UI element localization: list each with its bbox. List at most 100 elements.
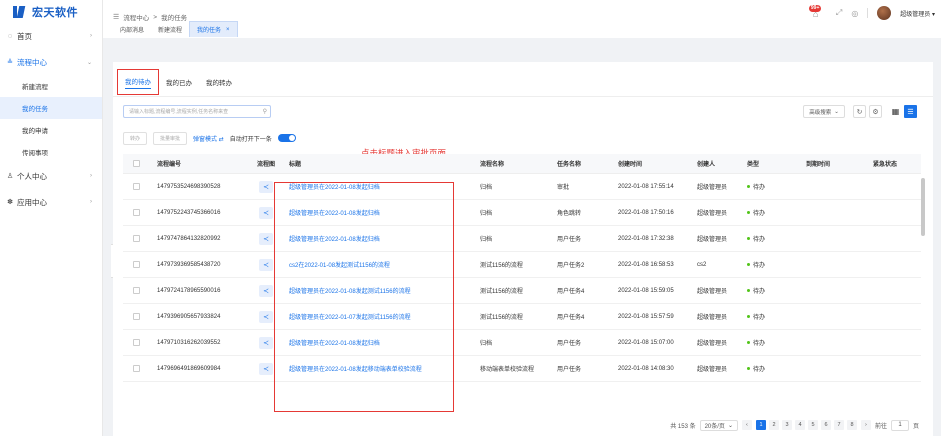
tab-internal-message[interactable]: 内部消息	[113, 21, 151, 37]
column-header[interactable]: 流程名称	[480, 154, 504, 173]
cell-creator: 超级管理员	[697, 341, 728, 347]
subtab-my-todo[interactable]: 我的待办	[117, 69, 159, 95]
sidebar-subitem-my-tasks[interactable]: 我的任务	[0, 97, 102, 119]
sidebar-subitem-new-flow[interactable]: 新建流程	[0, 75, 102, 97]
chevron-right-icon: ›	[90, 33, 92, 39]
chevron-down-icon: ⌄	[834, 108, 839, 115]
sidebar-item-app-center[interactable]: ✽ 应用中心 ›	[0, 189, 102, 215]
row-checkbox[interactable]	[133, 261, 140, 268]
column-header[interactable]: 紧急状态	[873, 154, 897, 173]
title-link[interactable]: cs2在2022-01-08发起测试1156的流程	[289, 260, 390, 269]
page-number-button[interactable]: 6	[820, 420, 831, 430]
cell-created-time: 2022-01-08 17:32:38	[618, 235, 674, 242]
search-icon[interactable]: ⚲	[263, 108, 267, 115]
grid-view-button[interactable]: ▦	[889, 105, 902, 118]
column-header[interactable]: 流程编号	[157, 154, 181, 173]
auto-open-toggle[interactable]	[277, 134, 296, 142]
cell-task-name: 用户任务	[557, 341, 582, 347]
page-number-button[interactable]: 8	[846, 420, 857, 430]
title-link[interactable]: 超级管理员在2022-01-08发起移动端表单校验流程	[289, 364, 422, 373]
select-all-checkbox[interactable]	[133, 160, 140, 167]
row-checkbox[interactable]	[133, 209, 140, 216]
table-row[interactable]: 1479396905657933824 ≺ 超级管理员在2022-01-07发起测试…	[123, 304, 921, 330]
row-checkbox[interactable]	[133, 287, 140, 294]
refresh-button[interactable]: ↻	[853, 105, 866, 118]
table-scrollbar[interactable]	[921, 178, 925, 236]
table-row[interactable]: 1479710316262039552 ≺ 超级管理员在2022-01-08发起归档…	[123, 330, 921, 356]
table-row[interactable]: 1479752243745366016 ≺ 超级管理员在2022-01-08发起归档…	[123, 200, 921, 226]
user-name[interactable]: 超级管理员 ▾	[900, 9, 935, 18]
column-header[interactable]: 标题	[289, 154, 301, 173]
column-header[interactable]: 创建时间	[618, 154, 642, 173]
row-checkbox[interactable]	[133, 365, 140, 372]
cell-task-name: 审批	[557, 185, 570, 191]
flowchart-icon[interactable]: ≺	[259, 362, 273, 375]
close-icon[interactable]: ×	[226, 27, 230, 33]
page-number-button[interactable]: 4	[794, 420, 805, 430]
flowchart-icon[interactable]: ≺	[259, 284, 273, 297]
table-row[interactable]: 1479724178965590016 ≺ 超级管理员在2022-01-08发起测试…	[123, 278, 921, 304]
gear-icon: ⚙	[872, 108, 879, 116]
next-page-button[interactable]: ›	[860, 420, 871, 430]
goto-page-input[interactable]: 1	[890, 419, 909, 431]
flowchart-icon[interactable]: ≺	[259, 206, 273, 219]
column-header[interactable]: 到期时间	[806, 154, 830, 173]
list-view-button[interactable]: ☰	[904, 105, 917, 118]
fullscreen-icon[interactable]: ⤢	[836, 8, 842, 18]
sidebar-subitem-circulation[interactable]: 传阅事项	[0, 141, 102, 163]
title-link[interactable]: 超级管理员在2022-01-08发起归档	[289, 234, 380, 243]
settings-button[interactable]: ⚙	[869, 105, 882, 118]
cell-created-time: 2022-01-08 15:57:59	[618, 313, 674, 320]
page-number-button[interactable]: 2	[768, 420, 779, 430]
search-input[interactable]: 请输入标题,流程编号,流程实例,任务名称来查 ⚲	[123, 105, 271, 118]
table-body: 1479753524698390528 ≺ 超级管理员在2022-01-08发起归档…	[123, 174, 921, 382]
page-size-select[interactable]: 20条/页 ⌄	[699, 419, 738, 431]
advanced-search-button[interactable]: 高级搜索 ⌄	[803, 105, 845, 118]
flowchart-icon[interactable]: ≺	[259, 232, 273, 245]
row-checkbox[interactable]	[133, 313, 140, 320]
tab-new-flow[interactable]: 新建流程	[151, 21, 189, 37]
transfer-button[interactable]: 转办	[123, 131, 148, 145]
sidebar-item-personal-center[interactable]: ♙ 个人中心 ›	[0, 163, 102, 189]
flowchart-icon[interactable]: ≺	[259, 180, 273, 193]
sidebar-item-home[interactable]: ◌ 首页 ›	[0, 23, 102, 49]
prev-page-button[interactable]: ‹	[741, 420, 752, 430]
title-link[interactable]: 超级管理员在2022-01-07发起测试1156的流程	[289, 312, 411, 321]
title-link[interactable]: 超级管理员在2022-01-08发起归档	[289, 182, 380, 191]
row-checkbox[interactable]	[133, 183, 140, 190]
column-header[interactable]: 创建人	[697, 154, 715, 173]
cell-flow-name: 测试1156的流程	[480, 289, 523, 295]
column-header[interactable]: 任务名称	[557, 154, 581, 173]
home-icon: ◌	[7, 32, 13, 40]
sidebar-item-flow-center[interactable]: ≗ 流程中心 ⌄	[0, 49, 102, 75]
title-link[interactable]: 超级管理员在2022-01-08发起测试1156的流程	[289, 286, 411, 295]
table-row[interactable]: 1479753524698390528 ≺ 超级管理员在2022-01-08发起归档…	[123, 174, 921, 200]
title-link[interactable]: 超级管理员在2022-01-08发起归档	[289, 208, 380, 217]
page-number-button[interactable]: 7	[833, 420, 844, 430]
title-link[interactable]: 超级管理员在2022-01-08发起归档	[289, 338, 380, 347]
column-header[interactable]: 类型	[747, 154, 759, 173]
page-number-button[interactable]: 3	[781, 420, 792, 430]
row-checkbox[interactable]	[133, 235, 140, 242]
table-row[interactable]: 1479739369585438720 ≺ cs2在2022-01-08发起测试11…	[123, 252, 921, 278]
sidebar-subitem-my-requests[interactable]: 我的申请	[0, 119, 102, 141]
notification-button[interactable]: ⌂ 99+	[808, 5, 827, 20]
avatar[interactable]	[877, 6, 892, 20]
table-row[interactable]: 1479747864132820992 ≺ 超级管理员在2022-01-08发起归档…	[123, 226, 921, 252]
cell-task-name: 用户任务4	[557, 289, 585, 295]
theme-icon[interactable]: ◎	[851, 9, 858, 18]
row-checkbox[interactable]	[133, 339, 140, 346]
logo[interactable]: 宏天软件	[0, 0, 102, 23]
flowchart-icon[interactable]: ≺	[259, 310, 273, 323]
subtab-my-transfer[interactable]: 我的转办	[199, 72, 239, 92]
page-number-button[interactable]: 1	[755, 420, 766, 430]
popup-mode-link[interactable]: 弹窗模式 ⇄	[193, 134, 224, 143]
batch-approve-button[interactable]: 批量审批	[153, 131, 188, 145]
tab-my-tasks[interactable]: 我的任务 ×	[189, 21, 238, 37]
subtab-my-done[interactable]: 我的已办	[159, 72, 199, 92]
cell-type: 待办	[753, 341, 766, 347]
flowchart-icon[interactable]: ≺	[259, 258, 273, 271]
flowchart-icon[interactable]: ≺	[259, 336, 273, 349]
table-row[interactable]: 1479696491869609984 ≺ 超级管理员在2022-01-08发起移动…	[123, 356, 921, 382]
page-number-button[interactable]: 5	[807, 420, 818, 430]
